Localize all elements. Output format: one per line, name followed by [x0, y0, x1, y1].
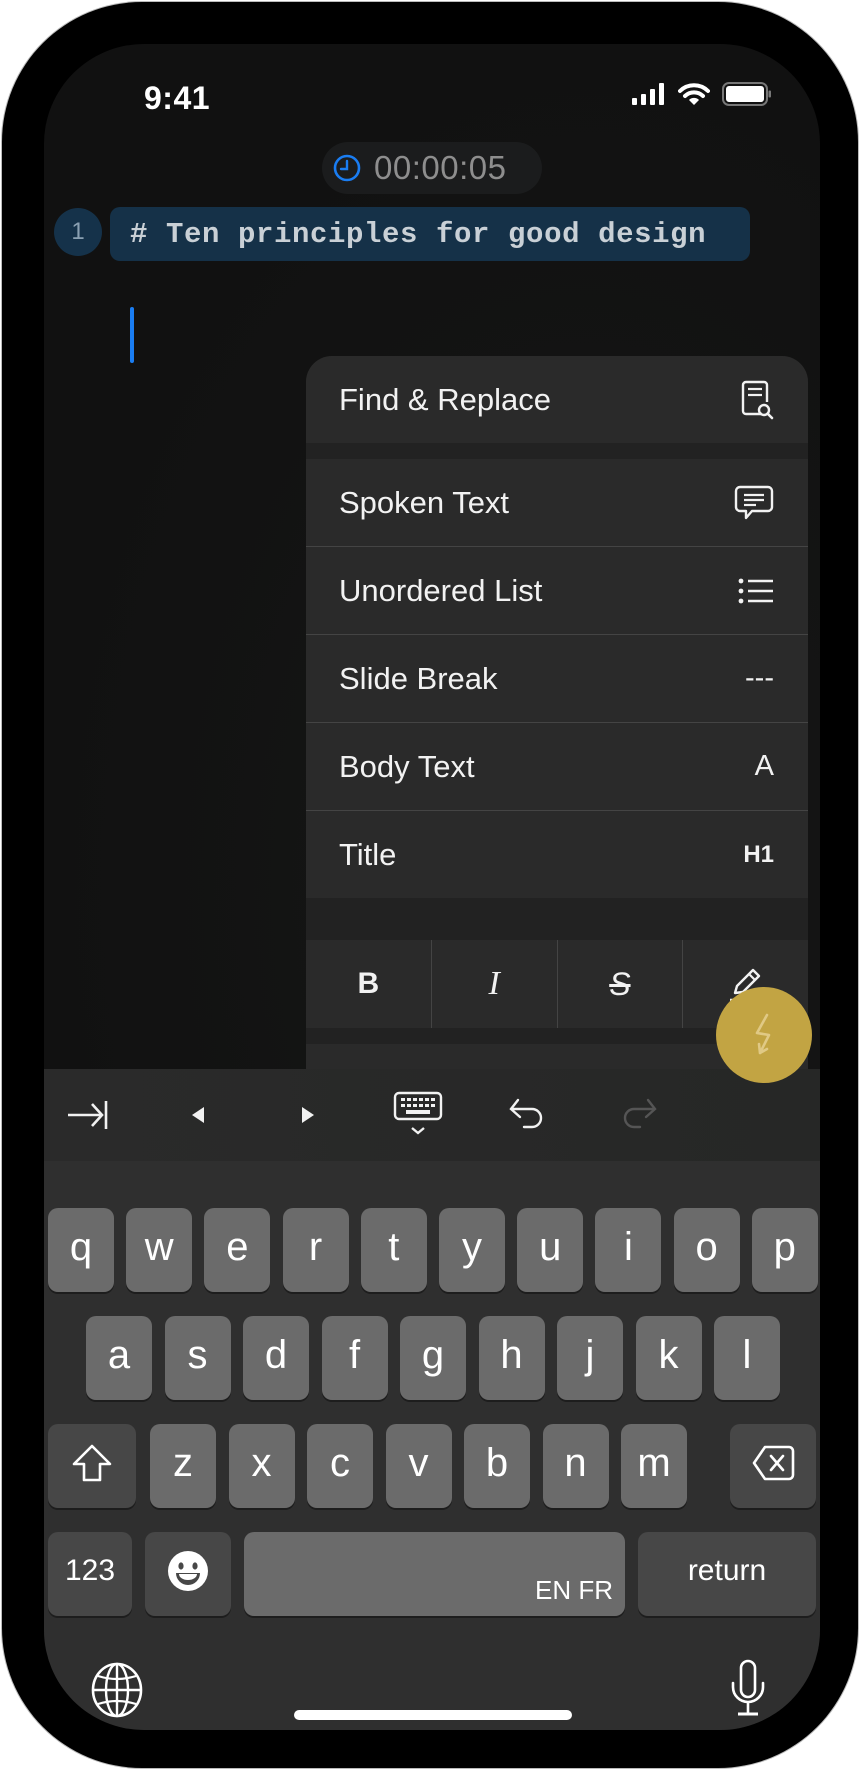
menu-item-title[interactable]: Title H1: [306, 811, 808, 898]
bold-icon: B: [357, 967, 380, 1000]
key-p[interactable]: p: [751, 1208, 818, 1292]
backspace-icon: [752, 1445, 795, 1481]
globe-button[interactable]: [90, 1662, 144, 1723]
lightning-icon: [755, 1013, 771, 1055]
screen: 9:41 00:00:05 1 # Ten principles for goo…: [44, 44, 820, 1730]
find-in-document-icon: [740, 380, 774, 420]
keyboard-toolbar: [44, 1069, 820, 1161]
cursor-left-icon: [192, 1107, 204, 1123]
key-n[interactable]: n: [542, 1424, 609, 1508]
clock-icon: [333, 154, 361, 182]
speech-bubble-icon: [734, 485, 774, 521]
phone-frame: 9:41 00:00:05 1 # Ten principles for goo…: [2, 2, 858, 1768]
lightning-button[interactable]: [716, 987, 812, 1083]
line-number: 1: [54, 208, 102, 256]
key-a[interactable]: a: [86, 1316, 152, 1400]
key-w[interactable]: w: [126, 1208, 193, 1292]
heading-line[interactable]: # Ten principles for good design: [110, 207, 750, 261]
key-m[interactable]: m: [621, 1424, 687, 1508]
timer-elapsed: 00:00:05: [374, 149, 507, 186]
menu-item-label: Unordered List: [339, 572, 543, 608]
key-q[interactable]: q: [48, 1208, 114, 1292]
menu-item-body-text[interactable]: Body Text A: [306, 723, 808, 810]
insert-menu: Find & Replace Spoken Text Unordered Lis…: [306, 356, 808, 1096]
globe-icon: [91, 1662, 143, 1718]
dictation-button[interactable]: [728, 1659, 768, 1724]
key-b[interactable]: b: [464, 1424, 530, 1508]
key-y[interactable]: y: [439, 1208, 505, 1292]
strikethrough-icon: S: [609, 965, 631, 1002]
status-time: 9:41: [144, 80, 211, 116]
key-d[interactable]: d: [243, 1316, 309, 1400]
key-i[interactable]: i: [595, 1208, 662, 1292]
status-icons: [632, 82, 772, 106]
home-indicator[interactable]: [294, 1710, 572, 1720]
key-e[interactable]: e: [204, 1208, 271, 1292]
menu-item-label: Body Text: [339, 748, 475, 784]
menu-item-spoken-text[interactable]: Spoken Text: [306, 459, 808, 546]
slide-break-shortcut: ---: [745, 662, 774, 694]
cursor-left-button[interactable]: [168, 1089, 228, 1141]
key-j[interactable]: j: [557, 1316, 623, 1400]
bold-button[interactable]: B: [306, 940, 431, 1028]
space-language-label: EN FR: [535, 1575, 613, 1605]
undo-icon: [509, 1098, 543, 1129]
cursor-right-icon: [302, 1107, 314, 1123]
key-t[interactable]: t: [360, 1208, 427, 1292]
strikethrough-button[interactable]: S: [556, 940, 683, 1028]
key-s[interactable]: s: [164, 1316, 231, 1400]
key-f[interactable]: f: [321, 1316, 388, 1400]
microphone-icon: [731, 1659, 765, 1716]
menu-item-unordered-list[interactable]: Unordered List: [306, 547, 808, 634]
italic-icon: I: [488, 965, 500, 1002]
wifi-icon: [678, 83, 710, 105]
key-h[interactable]: h: [478, 1316, 545, 1400]
key-k[interactable]: k: [635, 1316, 702, 1400]
shift-icon: [72, 1444, 112, 1482]
emoji-icon: [168, 1551, 208, 1591]
undo-button[interactable]: [498, 1089, 558, 1141]
redo-button[interactable]: [608, 1089, 668, 1141]
menu-item-label: Find & Replace: [339, 381, 551, 417]
title-shortcut: H1: [743, 840, 774, 868]
menu-item-label: Title: [339, 836, 397, 872]
key-c[interactable]: c: [307, 1424, 373, 1508]
bulleted-list-icon: [738, 578, 774, 604]
key-x[interactable]: x: [228, 1424, 295, 1508]
italic-button[interactable]: I: [430, 940, 557, 1028]
key-v[interactable]: v: [385, 1424, 452, 1508]
key-r[interactable]: r: [282, 1208, 349, 1292]
cellular-signal-icon: [632, 83, 664, 105]
tab-button[interactable]: [58, 1089, 118, 1141]
menu-item-label: Slide Break: [339, 660, 498, 696]
body-text-shortcut: A: [754, 750, 774, 782]
key-u[interactable]: u: [517, 1208, 584, 1292]
key-z[interactable]: z: [150, 1424, 216, 1508]
dismiss-keyboard-button[interactable]: [388, 1089, 448, 1141]
shift-key[interactable]: [48, 1424, 136, 1508]
text-cursor: [130, 307, 134, 363]
menu-item-label: Spoken Text: [339, 484, 510, 520]
cursor-right-button[interactable]: [278, 1089, 338, 1141]
menu-item-find-replace[interactable]: Find & Replace: [306, 356, 808, 443]
key-o[interactable]: o: [673, 1208, 740, 1292]
timer-pill[interactable]: 00:00:05: [322, 142, 542, 194]
delete-key[interactable]: [730, 1424, 816, 1508]
numbers-key[interactable]: 123: [48, 1532, 132, 1616]
emoji-key[interactable]: [145, 1532, 231, 1616]
dismiss-keyboard-icon: [393, 1091, 443, 1135]
return-key[interactable]: return: [638, 1532, 816, 1616]
redo-icon: [623, 1098, 657, 1129]
key-l[interactable]: l: [714, 1316, 780, 1400]
menu-item-slide-break[interactable]: Slide Break ---: [306, 635, 808, 722]
battery-icon: [722, 82, 771, 106]
keyboard: qwertyuiop asdfghjkl zxcvbnm 123 EN FR r…: [44, 1069, 820, 1730]
key-g[interactable]: g: [400, 1316, 466, 1400]
tab-indent-icon: [68, 1101, 108, 1129]
space-key[interactable]: EN FR: [244, 1532, 625, 1616]
